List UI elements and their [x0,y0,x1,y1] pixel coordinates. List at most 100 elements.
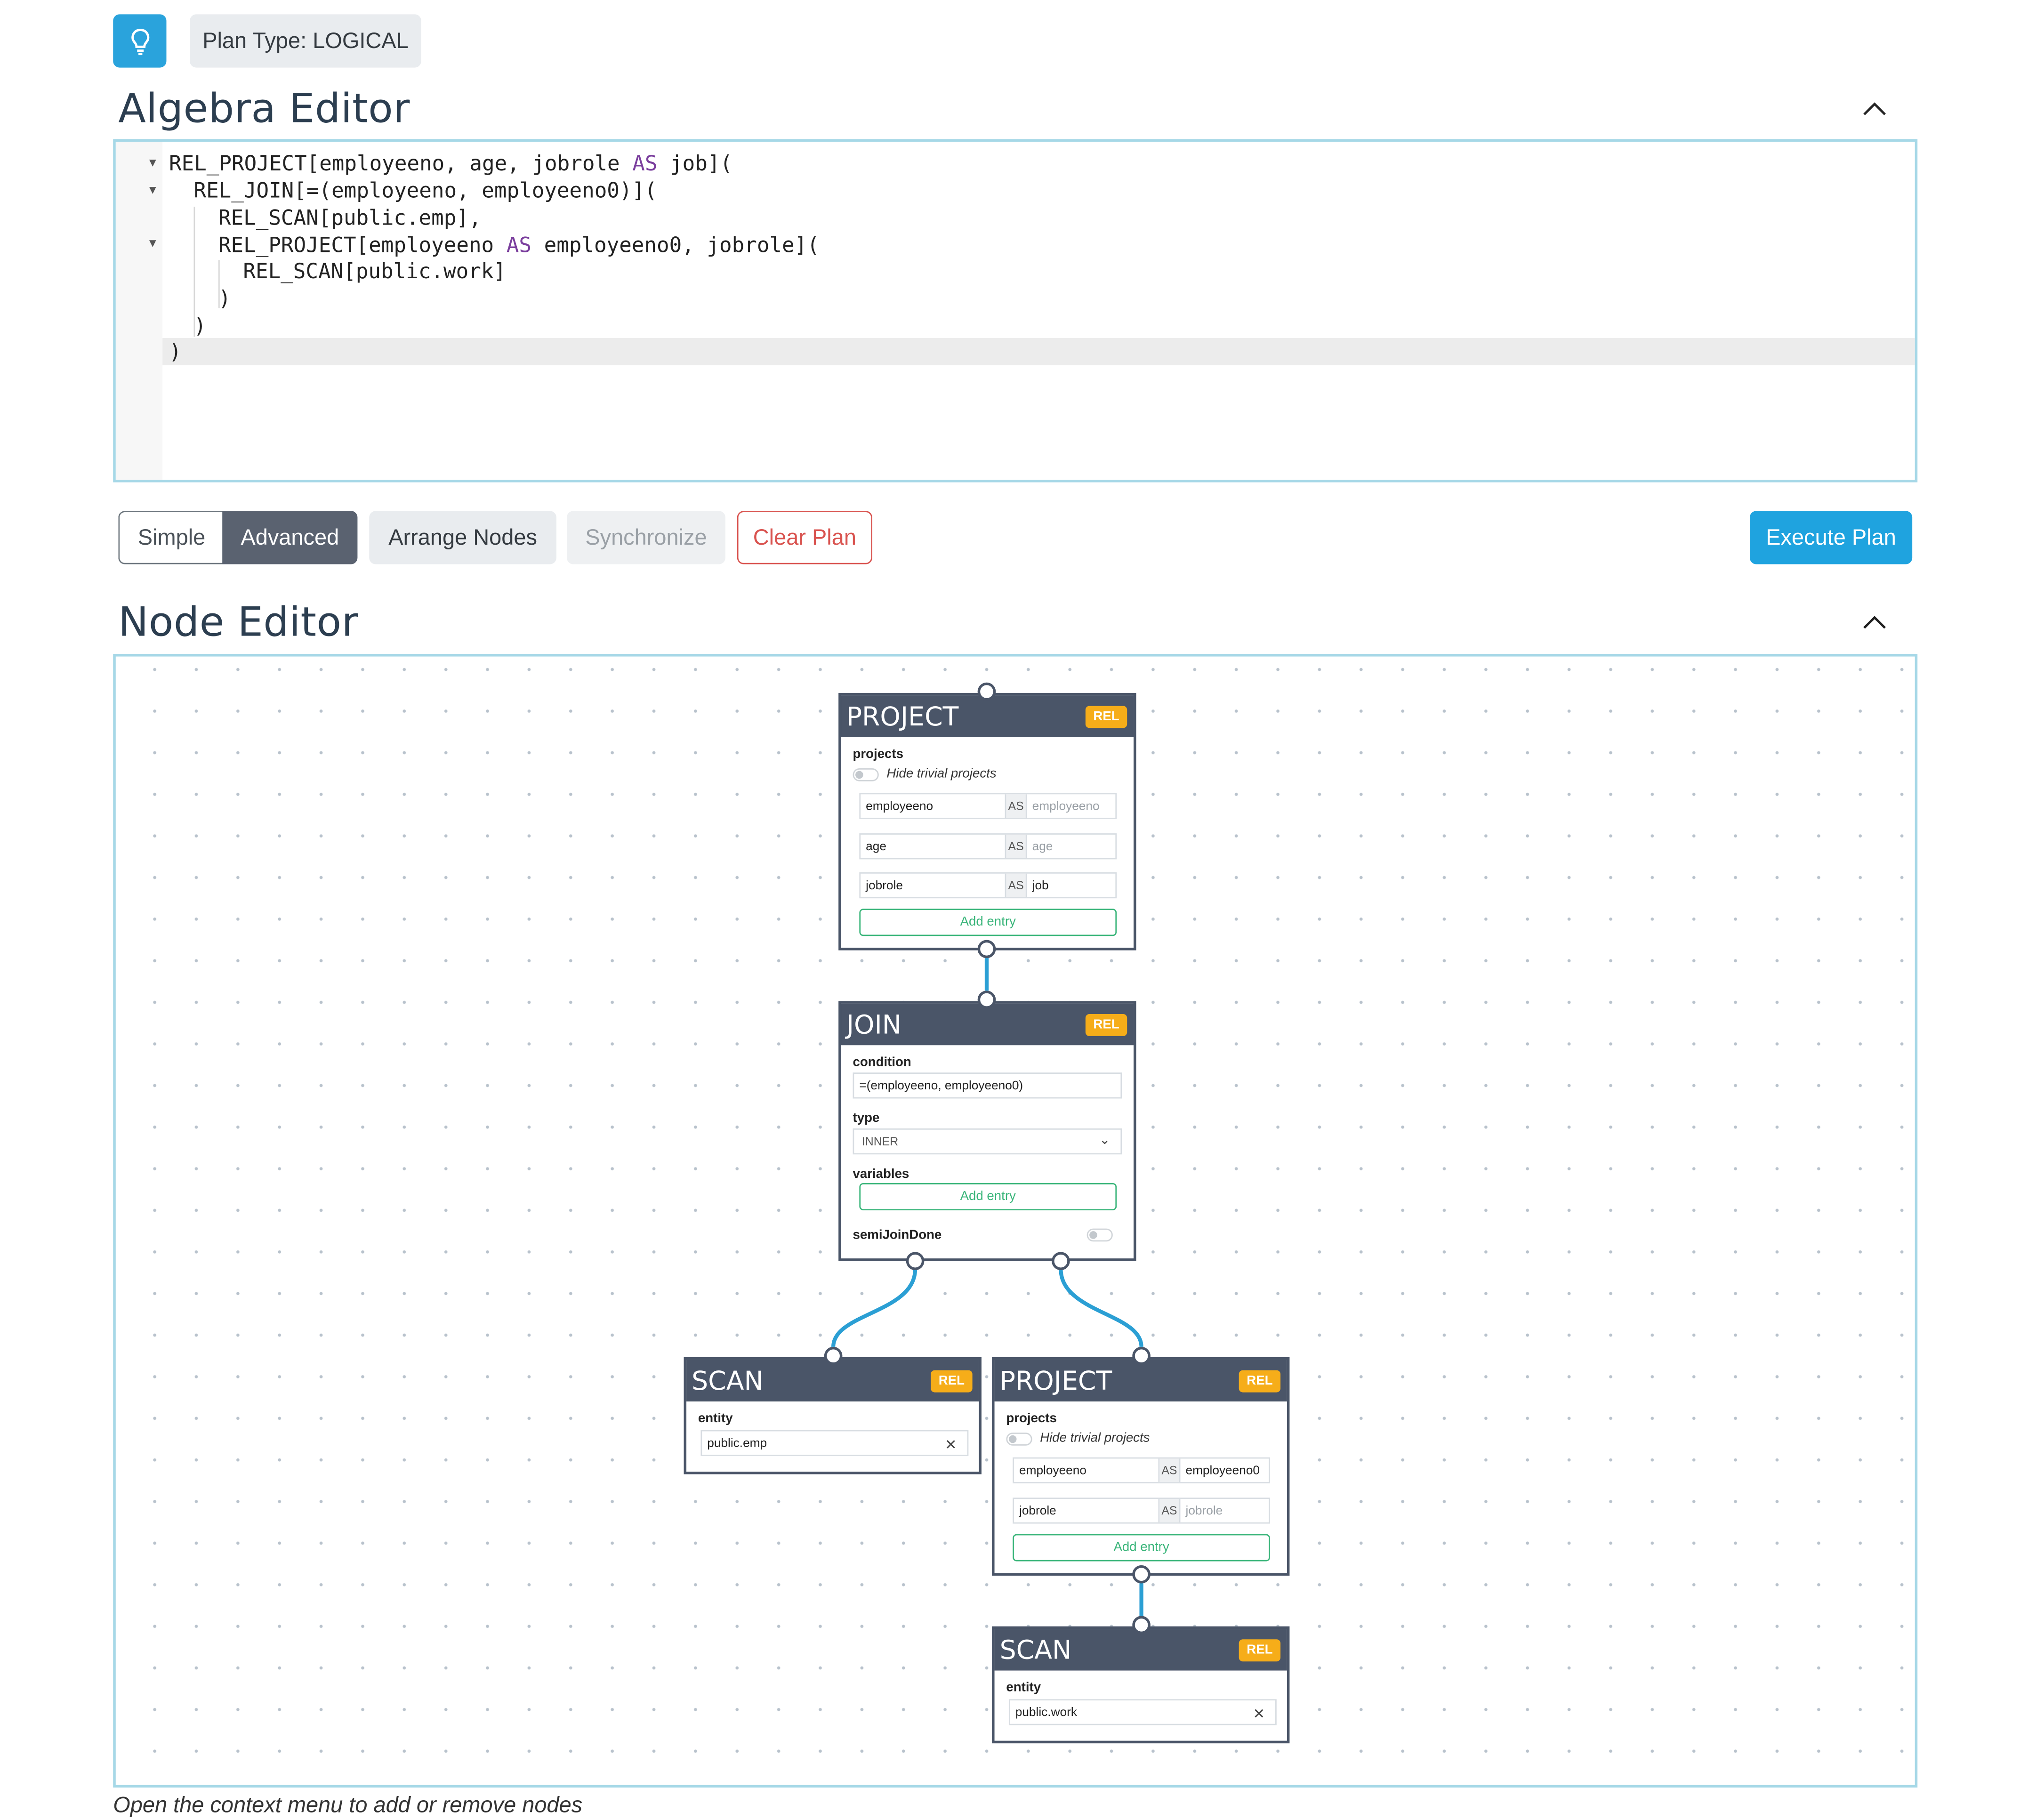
active-line-highlight [162,338,1915,365]
projection-row: employeeno AS employeeno0 [1013,1457,1270,1483]
rel-badge: REL [931,1369,973,1392]
simple-mode-button[interactable]: Simple [118,511,224,564]
input-socket[interactable] [824,1346,843,1365]
output-socket[interactable] [977,940,996,958]
as-label: AS [1006,873,1027,897]
hide-trivial-label: Hide trivial projects [1040,1431,1150,1446]
clear-icon[interactable]: ✕ [1253,1706,1264,1723]
entity-value: public.emp [707,1436,767,1450]
input-socket[interactable] [1132,1616,1151,1635]
output-socket-left[interactable] [906,1252,925,1270]
node-header[interactable]: JOIN REL [841,1003,1134,1046]
projection-input[interactable]: jobrole [1014,1499,1160,1522]
synchronize-button[interactable]: Synchronize [567,511,725,564]
join-type-select[interactable]: INNER ⌄ [853,1128,1122,1155]
projection-input[interactable]: jobrole [861,873,1006,897]
code-line-5: REL_SCAN[public.work] [243,258,507,284]
input-socket[interactable] [1132,1346,1151,1365]
hide-trivial-label: Hide trivial projects [886,767,997,781]
node-editor-title: Node Editor [118,599,359,646]
alias-input[interactable]: age [1027,839,1053,854]
condition-input[interactable]: =(employeeno, employeeno0) [853,1072,1122,1099]
entity-label: entity [698,1411,733,1426]
alias-input[interactable]: employeeno [1027,799,1100,813]
rel-badge: REL [1085,1013,1127,1036]
clear-plan-button[interactable]: Clear Plan [737,511,872,564]
join-node[interactable]: JOIN REL condition =(employeeno, employe… [838,1001,1136,1261]
node-title: PROJECT [999,1365,1112,1396]
projection-row: age AS age [859,833,1117,860]
chevron-up-icon [1863,616,1886,629]
entity-input[interactable]: public.work ✕ [1008,1699,1277,1725]
rel-badge: REL [1239,1638,1281,1661]
node-title: SCAN [999,1634,1072,1666]
node-header[interactable]: SCAN REL [994,1629,1287,1671]
arrange-nodes-button[interactable]: Arrange Nodes [369,511,556,564]
code-line-7: ) [193,313,207,338]
output-socket[interactable] [1132,1565,1151,1584]
code-line-3: REL_SCAN[public.emp], [218,205,482,230]
node-title: PROJECT [846,701,959,732]
chevron-up-icon [1863,102,1886,115]
advanced-mode-button[interactable]: Advanced [222,511,358,564]
input-socket[interactable] [977,991,996,1009]
code-line-1: REL_PROJECT[employeeno, age, jobrole AS … [169,151,733,176]
projection-input[interactable]: age [861,834,1006,858]
alias-input[interactable]: job [1027,878,1049,892]
projection-input[interactable]: employeeno [1014,1458,1160,1482]
project-node-top[interactable]: PROJECT REL projects Hide trivial projec… [838,693,1136,950]
variables-label: variables [853,1167,909,1182]
type-label: type [853,1111,880,1126]
projection-row: jobrole AS job [859,872,1117,899]
output-socket-right[interactable] [1052,1252,1070,1270]
hide-trivial-toggle[interactable] [1006,1433,1032,1446]
entity-input[interactable]: public.emp ✕ [700,1430,969,1456]
add-entry-button[interactable]: Add entry [1013,1534,1270,1562]
scan-node-emp[interactable]: SCAN REL entity public.emp ✕ [684,1357,982,1474]
entity-label: entity [1006,1681,1041,1695]
code-line-4: REL_PROJECT[employeeno AS employeeno0, j… [218,233,820,258]
projects-label: projects [853,747,903,762]
fold-toggle-icon[interactable]: ▼ [147,156,159,169]
node-title: SCAN [692,1365,764,1396]
entity-value: public.work [1015,1705,1077,1720]
collapse-algebra-button[interactable] [1859,94,1890,125]
node-header[interactable]: PROJECT REL [841,695,1134,737]
node-header[interactable]: PROJECT REL [994,1360,1287,1401]
projects-label: projects [1006,1411,1057,1426]
rel-badge: REL [1085,705,1127,728]
lightbulb-button[interactable] [113,14,167,68]
as-label: AS [1159,1499,1181,1522]
code-line-6: ) [218,286,231,311]
algebra-code-editor[interactable]: ▼ ▼ ▼ REL_PROJECT[employeeno, age, jobro… [113,139,1918,483]
node-header[interactable]: SCAN REL [686,1360,979,1401]
project-node-right[interactable]: PROJECT REL projects Hide trivial projec… [992,1357,1290,1576]
as-label: AS [1006,834,1027,858]
execute-plan-button[interactable]: Execute Plan [1749,511,1913,564]
alias-input[interactable]: jobrole [1180,1504,1223,1518]
as-label: AS [1006,794,1027,818]
alias-input[interactable]: employeeno0 [1180,1463,1260,1477]
add-entry-button[interactable]: Add entry [859,909,1117,936]
code-line-8: ) [169,339,182,364]
algebra-editor-title: Algebra Editor [118,86,410,133]
condition-label: condition [853,1055,911,1070]
code-line-2: REL_JOIN[=(employeeno, employeeno0)]( [193,178,657,203]
rel-badge: REL [1239,1369,1281,1392]
plan-type-badge[interactable]: Plan Type: LOGICAL [190,14,421,68]
fold-toggle-icon[interactable]: ▼ [147,237,159,250]
add-entry-button[interactable]: Add entry [859,1183,1117,1210]
collapse-node-editor-button[interactable] [1859,607,1890,638]
fold-toggle-icon[interactable]: ▼ [147,183,159,196]
chevron-down-icon: ⌄ [1099,1134,1111,1148]
context-menu-hint: Open the context menu to add or remove n… [113,1793,583,1818]
lightbulb-icon [130,28,149,55]
scan-node-work[interactable]: SCAN REL entity public.work ✕ [992,1626,1290,1744]
projection-row: jobrole AS jobrole [1013,1498,1270,1524]
input-socket[interactable] [977,682,996,701]
semijoin-toggle[interactable] [1086,1228,1113,1242]
projection-input[interactable]: employeeno [861,794,1006,818]
semijoin-label: semiJoinDone [853,1228,942,1243]
hide-trivial-toggle[interactable] [853,768,879,781]
clear-icon[interactable]: ✕ [945,1436,957,1453]
